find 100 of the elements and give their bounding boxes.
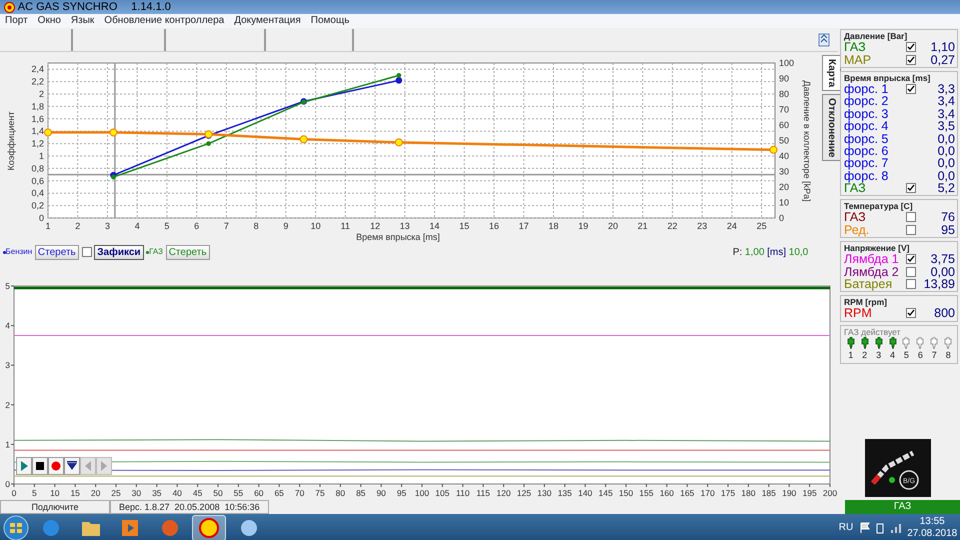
channel-value: 3,4 <box>938 95 955 108</box>
y-tick-label: 1 <box>5 439 10 450</box>
x-tick-label: 160 <box>660 488 674 498</box>
x-tick-label: 4 <box>134 220 140 231</box>
injector-number: 7 <box>932 348 937 362</box>
y-tick-label: 0,2 <box>31 200 44 210</box>
y-tick-label: 0 <box>5 478 10 489</box>
channel-value: 76 <box>941 211 955 224</box>
x-tick-label: 175 <box>720 488 736 498</box>
x-tick-label: 110 <box>456 488 470 498</box>
channel-value: 0,0 <box>938 157 955 170</box>
x-tick-label: 165 <box>680 488 694 498</box>
x-tick-label: 115 <box>476 488 490 498</box>
y-tick-label: 5 <box>5 280 10 291</box>
x-tick-label: 30 <box>132 488 142 498</box>
y-tick-label: 0 <box>38 212 44 223</box>
x-tick-label: 17 <box>518 220 529 231</box>
channel-value: 0,0 <box>938 170 955 182</box>
right-axis-title: Давление в коллекторе [kPa] <box>802 80 812 202</box>
channel-label: ГАЗ <box>844 182 866 194</box>
x-tick-label: 80 <box>336 488 346 498</box>
channel-label: Ред. <box>844 224 870 236</box>
right-tick-label: 90 <box>779 73 790 84</box>
channel-label: форс. 4 <box>844 120 890 132</box>
x-tick-label: 5 <box>164 220 170 231</box>
readout-value: 1,00 <box>744 246 764 260</box>
injector-number: 6 <box>918 348 923 362</box>
x-tick-label: 35 <box>152 488 162 498</box>
clock-time: 13:55 <box>920 516 945 528</box>
channel-label: форс. 5 <box>844 132 890 145</box>
x-tick-label: 19 <box>578 220 588 231</box>
y-tick-label: 1,4 <box>31 126 44 136</box>
version-label: 1.14.1.0 <box>131 0 171 14</box>
right-tick-label: 40 <box>779 150 790 161</box>
x-tick-label: 40 <box>172 488 182 498</box>
injector-number: 2 <box>862 348 868 362</box>
x-tick-label: 85 <box>356 488 366 498</box>
x-tick-label: 105 <box>435 488 450 498</box>
x-tick-label: 95 <box>396 488 406 498</box>
x-tick-label: 13 <box>400 220 410 231</box>
y-axis-title: Коэффициент <box>6 111 16 170</box>
x-tick-label: 18 <box>548 220 558 231</box>
x-tick-label: 155 <box>639 488 654 498</box>
channel-value: 0,00 <box>930 266 955 278</box>
x-tick-label: 20 <box>90 488 100 498</box>
x-tick-label: 185 <box>762 488 776 498</box>
channel-value: 3,5 <box>938 120 955 132</box>
channel-value: 0,0 <box>938 132 955 145</box>
y-tick-label: 4 <box>5 320 10 330</box>
x-tick-label: 200 <box>822 488 838 498</box>
x-tick-label: 6 <box>194 220 200 231</box>
channel-value: 5,2 <box>938 182 955 194</box>
injector-number: 4 <box>890 348 896 362</box>
channel-label: Лямбда 1 <box>844 253 899 266</box>
x-tick-label: 150 <box>618 488 634 498</box>
injector-number: 5 <box>904 348 909 362</box>
x-tick-label: 0 <box>12 488 16 498</box>
channel-label: форс. 2 <box>844 95 890 108</box>
channel-label: форс. 3 <box>844 108 890 120</box>
x-tick-label: 55 <box>234 488 244 498</box>
clock-date: 27.08.2018 <box>907 528 958 540</box>
x-tick-label: 2 <box>75 220 80 231</box>
x-tick-label: 11 <box>340 220 350 231</box>
x-axis-title: Время впрыска [ms] <box>356 232 440 242</box>
channel-label: форс. 7 <box>844 157 890 170</box>
injector-number: 3 <box>876 348 882 362</box>
x-tick-label: 65 <box>274 488 284 498</box>
readout-unit: [ms] <box>767 246 786 260</box>
x-tick-label: 70 <box>294 488 304 498</box>
x-tick-label: 10 <box>50 488 60 498</box>
channel-value: 0,0 <box>938 144 955 157</box>
y-tick-label: 0,6 <box>31 176 44 186</box>
right-tick-label: 10 <box>779 197 790 208</box>
channel-value: 3,75 <box>930 253 955 266</box>
x-tick-label: 20 <box>608 220 618 231</box>
group-title: RPM [rpm] <box>844 297 888 308</box>
right-tick-label: 20 <box>779 182 790 192</box>
channel-label: RPM <box>844 307 872 320</box>
y-tick-label: 0,8 <box>31 163 44 174</box>
y-tick-label: 0,4 <box>31 188 44 198</box>
x-tick-label: 16 <box>489 220 500 231</box>
x-tick-label: 22 <box>667 220 678 231</box>
right-tick-label: 50 <box>779 135 790 146</box>
x-tick-label: 120 <box>496 488 511 498</box>
group-title: Давление [Bar] <box>844 31 908 41</box>
x-tick-label: 9 <box>283 220 288 231</box>
channel-value: 3,4 <box>938 108 955 120</box>
y-tick-label: 1,2 <box>31 138 44 148</box>
x-tick-label: 10 <box>310 220 321 231</box>
x-tick-label: 75 <box>315 488 325 498</box>
injector-number: 8 <box>946 348 951 362</box>
right-tick-label: 100 <box>779 58 794 68</box>
x-tick-label: 21 <box>638 220 648 231</box>
channel-label: форс. 8 <box>844 170 890 182</box>
group-title: Температура [C] <box>844 201 914 212</box>
y-tick-label: 2,4 <box>31 64 44 74</box>
x-tick-label: 23 <box>697 220 708 231</box>
x-tick-label: 24 <box>726 220 737 231</box>
series-legend-label: ГАЗ <box>149 246 163 258</box>
channel-value: 13,89 <box>924 278 955 290</box>
